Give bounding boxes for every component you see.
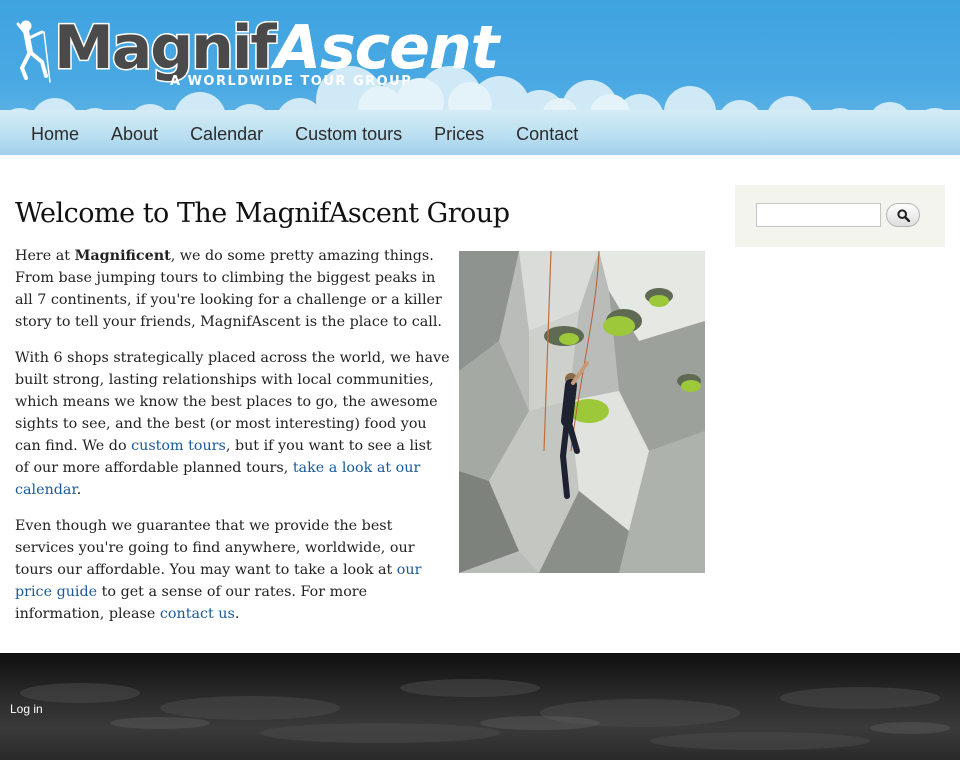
sidebar-search-block [735, 185, 945, 247]
paragraph-text: . [234, 606, 240, 622]
login-link[interactable]: Log in [10, 702, 43, 716]
nav-item-about[interactable]: About [95, 120, 174, 149]
custom-tours-link[interactable]: custom tours [131, 438, 226, 454]
site-footer: Log in [0, 653, 960, 760]
contact-link[interactable]: contact us [160, 606, 235, 622]
main-content: Welcome to The MagnifAscent Group Here a… [15, 186, 715, 639]
paragraph-shops: With 6 shops strategically placed across… [15, 347, 450, 501]
paragraph-intro: Here at Magnificent, we do some pretty a… [15, 245, 450, 333]
climber-photo [459, 251, 705, 573]
brand-tagline: A WORLDWIDE TOUR GROUP [170, 74, 413, 89]
main-nav: Home About Calendar Custom tours Prices … [15, 118, 594, 150]
site-logo[interactable]: MagnifAscent A WORLDWIDE TOUR GROUP [10, 12, 499, 92]
rock-climbing-image [459, 251, 705, 573]
climber-icon [16, 20, 51, 83]
site-header: MagnifAscent A WORLDWIDE TOUR GROUP Home… [0, 0, 960, 155]
search-button[interactable] [886, 203, 920, 227]
nav-item-custom-tours[interactable]: Custom tours [279, 120, 418, 149]
search-icon [896, 208, 910, 222]
rock-texture [20, 679, 950, 750]
nav-item-contact[interactable]: Contact [500, 120, 594, 149]
nav-item-calendar[interactable]: Calendar [174, 120, 279, 149]
nav-item-home[interactable]: Home [15, 120, 95, 149]
paragraph-text: Here at [15, 248, 75, 264]
brand-part1: Magnif [53, 12, 279, 85]
page-title: Welcome to The MagnifAscent Group [15, 198, 510, 229]
brand-part2: Ascent [274, 13, 500, 83]
paragraph-text: Even though we guarantee that we provide… [15, 518, 415, 578]
company-name-bold: Magnificent [74, 248, 171, 264]
paragraph-text: . [76, 482, 82, 498]
paragraph-pricing: Even though we guarantee that we provide… [15, 515, 450, 625]
search-input[interactable] [756, 203, 881, 227]
intro-text: Here at Magnificent, we do some pretty a… [15, 245, 450, 625]
nav-item-prices[interactable]: Prices [418, 120, 500, 149]
